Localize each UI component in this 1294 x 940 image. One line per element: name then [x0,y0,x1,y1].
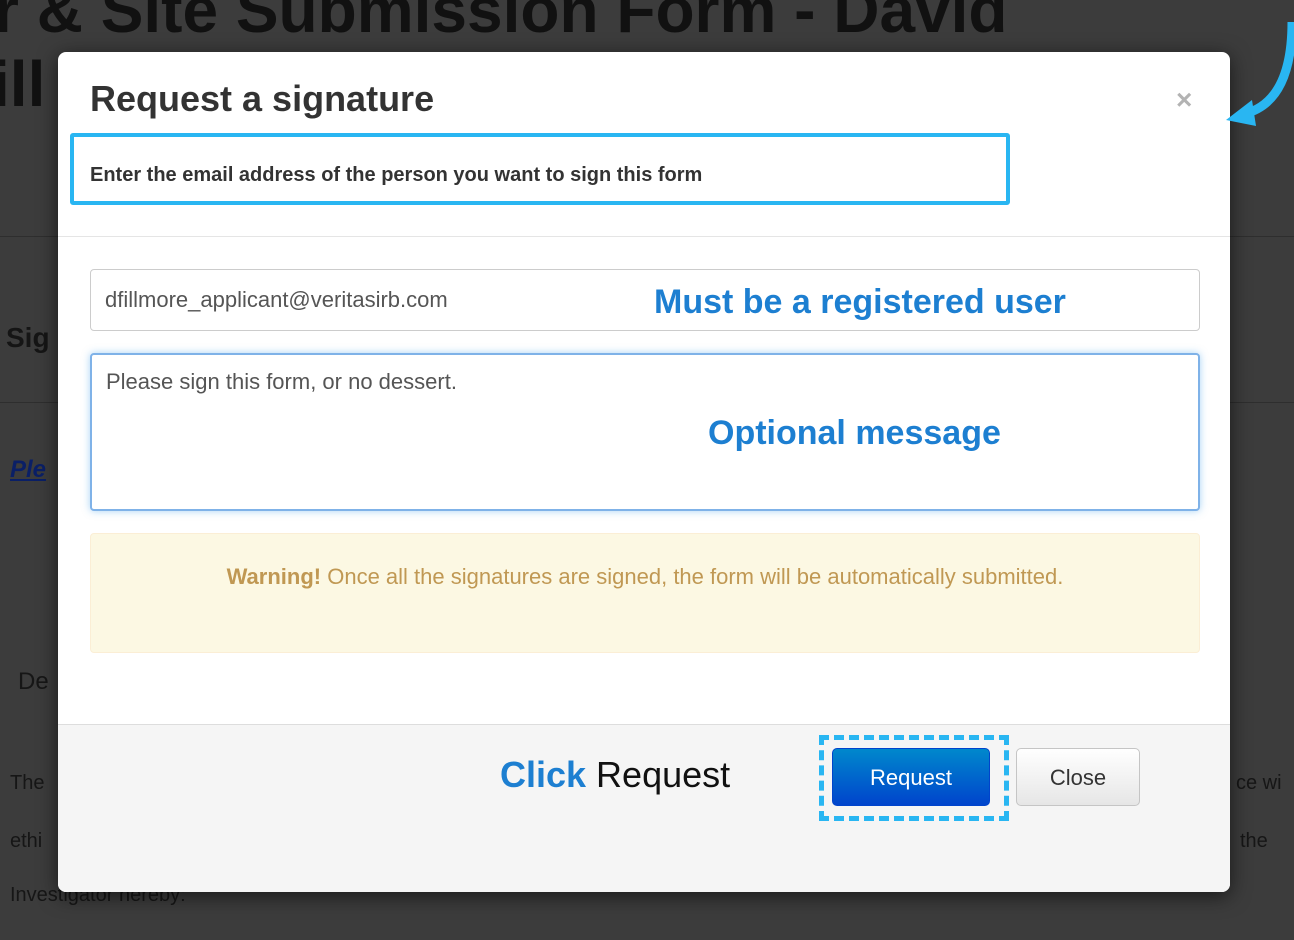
message-textarea[interactable]: Please sign this form, or no dessert. [90,353,1200,511]
background-body-text: the [1240,830,1268,852]
email-annotation: Must be a registered user [654,283,1066,321]
click-rest: Request [586,754,731,795]
click-instruction: Click Request [500,754,730,796]
background-body-text: ce wi [1236,772,1282,794]
background-text: De [18,668,49,695]
request-button[interactable]: Request [832,748,990,806]
background-section-heading: Sig [6,322,50,353]
modal-header: Request a signature × Enter the email ad… [58,52,1230,237]
background-page-title: r & Site Submission Form - David [0,0,1008,46]
background-body-text: ethi [10,830,43,852]
modal-title: Request a signature [90,78,435,119]
annotation-arrow-icon [1226,22,1294,126]
close-button[interactable]: Close [1016,748,1140,806]
background-page-title-line2: ill [0,48,46,120]
warning-text: Once all the signatures are signed, the … [321,564,1064,589]
close-icon[interactable]: × [1176,84,1192,116]
warning-label: Warning! [226,564,322,589]
subtitle-highlight-box [70,133,1010,205]
background-link: Ple [10,456,47,483]
click-keyword: Click [500,754,587,795]
warning-alert: Warning! Once all the signatures are sig… [90,533,1200,653]
message-annotation: Optional message [708,414,1001,452]
background-body-text: The [10,772,45,794]
